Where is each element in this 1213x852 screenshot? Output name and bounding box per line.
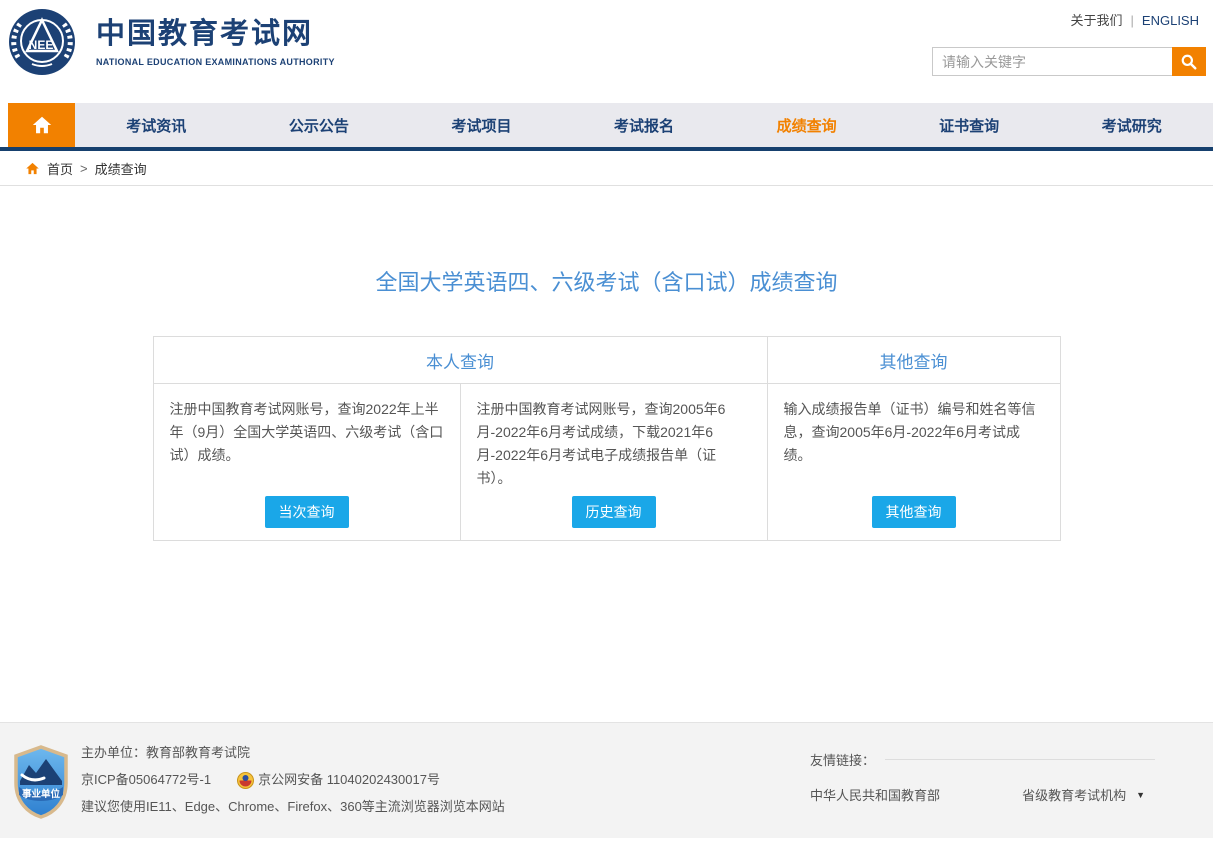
search-button[interactable] <box>1172 47 1206 76</box>
nav-item-exam-registration[interactable]: 考试报名 <box>563 103 726 147</box>
friendly-links: 友情链接： 中华人民共和国教育部 省级教育考试机构 ▼ <box>810 743 1155 838</box>
provincial-dropdown-label: 省级教育考试机构 <box>1022 785 1126 804</box>
police-record-link[interactable]: 京公网安备 11040202430017号 <box>258 770 440 790</box>
nav-item-announcements[interactable]: 公示公告 <box>238 103 401 147</box>
logo-text: 中国教育考试网 NATIONAL EDUCATION EXAMINATIONS … <box>96 8 335 67</box>
cell-history-query-text: 注册中国教育考试网账号，查询2005年6月-2022年6月考试成绩，下载2021… <box>477 398 751 490</box>
svg-text:NEE: NEE <box>29 38 54 52</box>
friendly-links-rule <box>885 759 1155 760</box>
cell-current-query: 注册中国教育考试网账号，查询2022年上半年（9月）全国大学英语四、六级考试（含… <box>153 384 460 541</box>
footer-browser-note: 建议您使用IE11、Edge、Chrome、Firefox、360等主流浏览器浏… <box>81 797 505 817</box>
cell-history-query: 注册中国教育考试网账号，查询2005年6月-2022年6月考试成绩，下载2021… <box>460 384 767 541</box>
about-us-link[interactable]: 关于我们 <box>1071 13 1123 28</box>
top-links-separator: | <box>1131 13 1134 28</box>
home-icon <box>31 114 53 136</box>
police-badge-icon <box>237 772 254 789</box>
history-query-button[interactable]: 历史查询 <box>572 496 656 528</box>
header-self-query: 本人查询 <box>153 337 767 384</box>
query-table: 本人查询 其他查询 注册中国教育考试网账号，查询2022年上半年（9月）全国大学… <box>153 336 1061 541</box>
neea-emblem-icon: NEE <box>8 8 76 76</box>
moe-link[interactable]: 中华人民共和国教育部 <box>810 785 940 804</box>
footer-organizer: 主办单位：教育部教育考试院 <box>81 743 505 763</box>
bottom-strip <box>0 838 1213 852</box>
nav-item-exam-research[interactable]: 考试研究 <box>1050 103 1213 147</box>
magnifier-icon <box>1179 52 1199 72</box>
icp-link[interactable]: 京ICP备05064772号-1 <box>81 770 211 790</box>
nav-item-exam-news[interactable]: 考试资讯 <box>75 103 238 147</box>
breadcrumb-home[interactable]: 首页 <box>47 159 73 178</box>
site-title: 中国教育考试网 <box>96 20 335 49</box>
current-query-button[interactable]: 当次查询 <box>265 496 349 528</box>
site-header: NEE 中国教育考试网 NATIONAL EDUCATION EXAMINATI… <box>0 0 1213 103</box>
caret-down-icon: ▼ <box>1136 790 1145 800</box>
home-icon <box>25 161 40 176</box>
friendly-links-label: 友情链接： <box>810 750 875 769</box>
footer-info: 主办单位：教育部教育考试院 京ICP备05064772号-1 京公网安备 110… <box>81 743 505 838</box>
nav-item-score-inquiry[interactable]: 成绩查询 <box>725 103 888 147</box>
svg-text:事业单位: 事业单位 <box>22 788 61 800</box>
top-links: 关于我们 | ENGLISH <box>1071 10 1199 29</box>
cell-other-query-text: 输入成绩报告单（证书）编号和姓名等信息，查询2005年6月-2022年6月考试成… <box>784 398 1044 467</box>
breadcrumb-current: 成绩查询 <box>95 159 147 178</box>
main-nav: 考试资讯 公示公告 考试项目 考试报名 成绩查询 证书查询 考试研究 <box>0 103 1213 151</box>
nav-item-certificate-inquiry[interactable]: 证书查询 <box>888 103 1051 147</box>
other-query-button[interactable]: 其他查询 <box>872 496 956 528</box>
breadcrumb: 首页 > 成绩查询 <box>0 151 1213 186</box>
header-other-query: 其他查询 <box>767 337 1060 384</box>
query-table-header-row: 本人查询 其他查询 <box>153 337 1060 384</box>
nav-home-button[interactable] <box>8 103 75 147</box>
site-subtitle: NATIONAL EDUCATION EXAMINATIONS AUTHORIT… <box>96 57 335 67</box>
shield-badge-icon: 事业单位 <box>14 745 68 819</box>
cell-current-query-text: 注册中国教育考试网账号，查询2022年上半年（9月）全国大学英语四、六级考试（含… <box>170 398 444 467</box>
nav-items: 考试资讯 公示公告 考试项目 考试报名 成绩查询 证书查询 考试研究 <box>75 103 1213 147</box>
breadcrumb-separator: > <box>80 161 88 176</box>
search-input[interactable] <box>932 47 1172 76</box>
page-title: 全国大学英语四、六级考试（含口试）成绩查询 <box>0 186 1213 297</box>
english-link[interactable]: ENGLISH <box>1142 13 1199 28</box>
search-bar <box>932 47 1206 76</box>
main-content: 全国大学英语四、六级考试（含口试）成绩查询 本人查询 其他查询 注册中国教育考试… <box>0 186 1213 722</box>
nav-item-exam-programs[interactable]: 考试项目 <box>400 103 563 147</box>
query-table-body-row: 注册中国教育考试网账号，查询2022年上半年（9月）全国大学英语四、六级考试（含… <box>153 384 1060 541</box>
site-footer: 事业单位 主办单位：教育部教育考试院 京ICP备05064772号-1 京公网安… <box>0 722 1213 838</box>
cell-other-query: 输入成绩报告单（证书）编号和姓名等信息，查询2005年6月-2022年6月考试成… <box>767 384 1060 541</box>
provincial-institutions-dropdown[interactable]: 省级教育考试机构 ▼ <box>1022 785 1145 804</box>
